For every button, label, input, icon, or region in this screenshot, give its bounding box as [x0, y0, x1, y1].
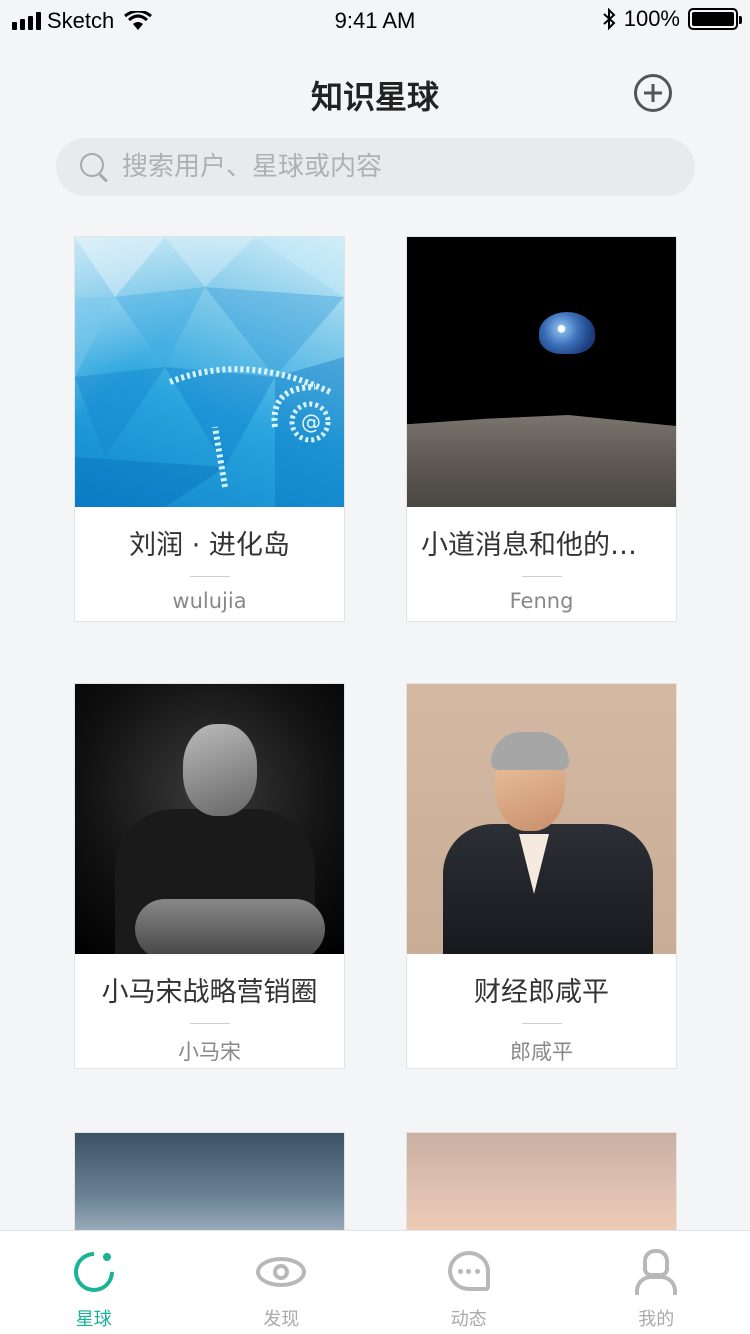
planet-cover-image: @	[75, 237, 344, 507]
tab-bar: 星球 发现 动态 我的	[0, 1230, 750, 1334]
planet-card[interactable]: @ 刘润 · 进化岛 wulujia	[74, 236, 345, 622]
planet-card[interactable]: 小道消息和他的朋友们 Fenng	[406, 236, 677, 622]
eye-icon	[256, 1247, 307, 1297]
planet-card-partial[interactable]	[74, 1132, 345, 1242]
planet-cover-image	[75, 684, 344, 954]
tab-discover[interactable]: 发现	[188, 1231, 376, 1334]
planet-card-partial[interactable]	[406, 1132, 677, 1242]
planet-owner: wulujia	[172, 589, 247, 613]
search-bar[interactable]	[56, 138, 695, 196]
planet-icon	[65, 1243, 123, 1301]
divider	[521, 1023, 562, 1024]
planet-owner: 小马宋	[178, 1040, 241, 1064]
search-icon	[76, 149, 112, 185]
divider	[189, 1023, 230, 1024]
battery-icon	[688, 8, 742, 30]
tab-label: 动态	[450, 1309, 487, 1330]
bluetooth-icon	[603, 8, 616, 30]
svg-text:@: @	[301, 410, 321, 434]
tab-activity[interactable]: 动态	[375, 1231, 563, 1334]
chat-icon	[444, 1247, 494, 1297]
planet-name: 刘润 · 进化岛	[129, 530, 290, 561]
header: 知识星球	[0, 62, 750, 124]
planet-card[interactable]: 小马宋战略营销圈 小马宋	[74, 683, 345, 1069]
planet-name: 小道消息和他的朋友们	[421, 530, 676, 561]
tab-label: 我的	[638, 1309, 675, 1330]
tab-me[interactable]: 我的	[563, 1231, 750, 1334]
planet-name: 小马宋战略营销圈	[101, 977, 318, 1008]
status-bar: Sketch 9:41 AM 100%	[0, 0, 750, 40]
planet-name: 财经郎咸平	[474, 977, 609, 1008]
add-button[interactable]	[634, 74, 672, 112]
tab-planets[interactable]: 星球	[0, 1231, 188, 1334]
status-right: 100%	[602, 6, 742, 32]
divider	[521, 576, 562, 577]
divider	[189, 576, 230, 577]
planet-card[interactable]: 财经郎咸平 郎咸平	[406, 683, 677, 1069]
tab-label: 发现	[263, 1309, 300, 1330]
tab-label: 星球	[75, 1309, 112, 1330]
battery-percent: 100%	[623, 6, 680, 31]
planet-owner: Fenng	[509, 589, 574, 613]
user-icon	[631, 1247, 681, 1297]
planet-owner: 郎咸平	[510, 1040, 573, 1064]
search-input[interactable]	[122, 152, 642, 182]
planet-cover-image	[407, 237, 676, 507]
planet-cover-image	[407, 684, 676, 954]
